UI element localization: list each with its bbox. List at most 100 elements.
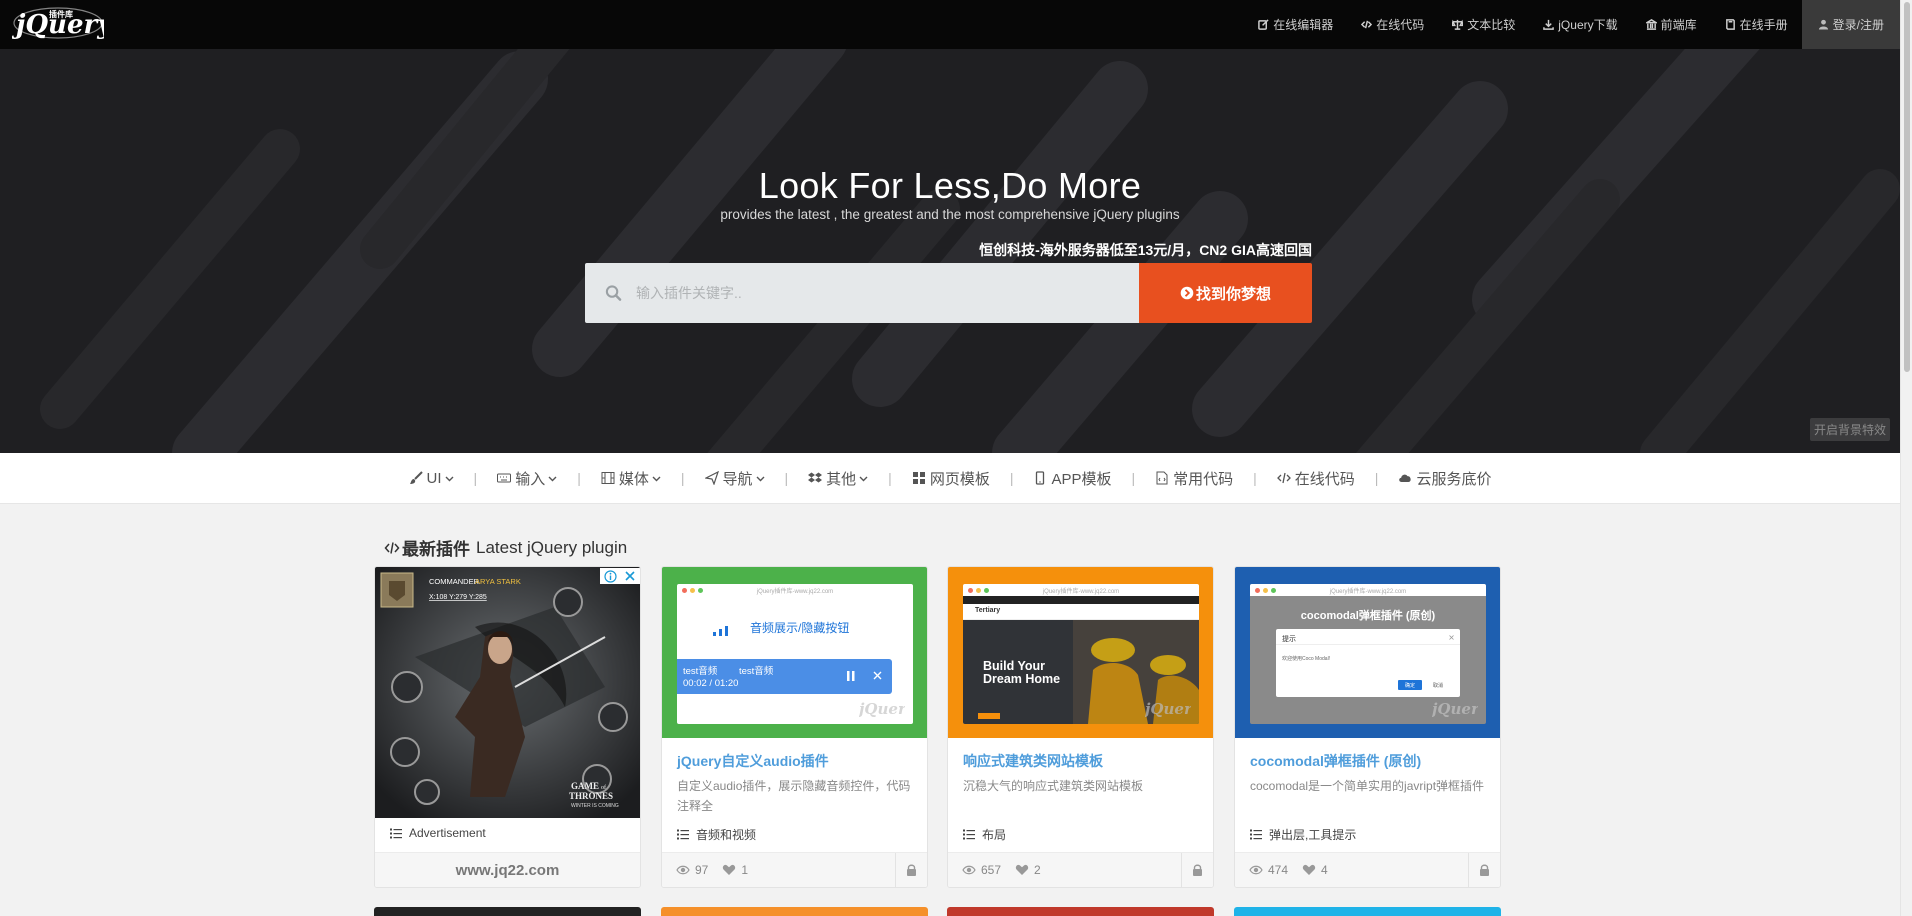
chevron-down-icon [652, 476, 661, 481]
user-icon [1818, 19, 1828, 30]
page-scrollbar[interactable] [1900, 0, 1912, 916]
nav-divider: | [577, 470, 581, 486]
bank-icon [1645, 19, 1657, 30]
hero-banner: Look For Less,Do More provides the lates… [0, 49, 1900, 453]
plugin-tag[interactable]: 布局 [963, 826, 1006, 843]
nav-divider: | [473, 470, 478, 486]
code-icon [1276, 472, 1291, 484]
eye-icon [676, 865, 690, 875]
dropbox-icon [808, 472, 823, 483]
list-icon [963, 829, 975, 840]
ad-footer[interactable]: www.jq22.com [375, 852, 640, 887]
category-ui[interactable]: UI [401, 470, 462, 487]
plugin-tag[interactable]: 音频和视频 [677, 826, 756, 843]
category-navigation[interactable]: 导航 [697, 468, 773, 489]
category-other[interactable]: 其他 [800, 468, 876, 489]
keyboard-icon [497, 473, 512, 483]
close-icon[interactable] [624, 570, 636, 582]
ad-tag[interactable]: Advertisement [390, 826, 486, 840]
watermark-logo: jQuery [1432, 700, 1478, 718]
category-web-templates[interactable]: 网页模板 [904, 468, 998, 489]
plugin-footer: 474 4 [1235, 852, 1500, 887]
plugin-thumbnail[interactable]: jQuery插件库-www.jq22.com cocomodal弹框插件 (原创… [1235, 567, 1500, 738]
background-effect-toggle[interactable]: 开启背景特效 [1809, 418, 1890, 441]
login-register-button[interactable]: 登录/注册 [1801, 0, 1900, 49]
lock-button[interactable] [1468, 853, 1500, 887]
hero-promo-link[interactable]: 恒创科技-海外服务器低至13元/月，CN2 GIA高速回国 [585, 240, 1312, 260]
svg-text:jQuery: jQuery [1432, 700, 1478, 718]
plugin-footer: 657 2 [948, 852, 1213, 887]
nav-divider: | [1009, 470, 1014, 486]
category-cloud-pricing[interactable]: 云服务底价 [1390, 468, 1499, 489]
category-media[interactable]: 媒体 [593, 468, 669, 489]
plugin-description: cocomodal是一个简单实用的javript弹框插件 [1250, 779, 1485, 793]
close-icon [873, 671, 882, 680]
search-button[interactable]: 找到你梦想 [1139, 263, 1312, 323]
topnav-text-compare[interactable]: 文本比较 [1438, 0, 1529, 49]
likes-count[interactable]: 4 [1302, 863, 1328, 877]
nav-divider: | [888, 470, 892, 486]
close-icon [1449, 635, 1454, 640]
hero-title: Look For Less,Do More [758, 165, 1142, 206]
nav-divider: | [1131, 470, 1136, 486]
lock-button[interactable] [1181, 853, 1213, 887]
plugin-card[interactable]: jQuery插件库-www.jq22.com cocomodal弹框插件 (原创… [1234, 566, 1501, 888]
nav-divider: | [1374, 470, 1379, 486]
jquery-logo[interactable]: jQuery 插件库 [12, 6, 104, 42]
arrow-circle-icon [1180, 286, 1194, 300]
topnav-frontend-library[interactable]: 前端库 [1632, 0, 1711, 49]
preview-label: 音频展示/隐藏按钮 [750, 621, 850, 635]
chevron-down-icon [756, 476, 765, 481]
topnav-online-manual[interactable]: 在线手册 [1711, 0, 1802, 49]
lock-button[interactable] [895, 853, 927, 887]
plugin-title[interactable]: cocomodal弹框插件 (原创) [1250, 751, 1421, 771]
search-input[interactable] [635, 285, 1139, 301]
preview-site-label: jQuery插件库-www.jq22.com [756, 589, 834, 595]
lock-icon [1193, 864, 1202, 876]
svg-text:插件库: 插件库 [49, 9, 73, 19]
ad-banner-name: ARYA STARK [475, 577, 521, 586]
plugin-card[interactable]: jQuery插件库-www.jq22.com 音频展示/隐藏按钮 test音频 … [661, 566, 928, 888]
plugin-thumbnail[interactable]: jQuery插件库-www.jq22.com 音频展示/隐藏按钮 test音频 … [662, 567, 927, 738]
topnav-jquery-download[interactable]: jQuery下载 [1529, 0, 1631, 49]
advertisement-card[interactable]: COMMANDER ARYA STARK X:108 Y:279 Y:285 G… [374, 566, 641, 888]
plugin-description: 自定义audio插件，展示隐藏音频控件，代码注释全 [677, 779, 911, 813]
topnav-online-code[interactable]: 在线代码 [1347, 0, 1438, 49]
file-code-icon [1156, 471, 1168, 485]
svg-text:jQuery: jQuery [1145, 700, 1191, 718]
plugin-title[interactable]: jQuery自定义audio插件 [677, 751, 829, 771]
watermark-logo: jQuery [859, 700, 905, 718]
category-online-code[interactable]: 在线代码 [1269, 468, 1363, 489]
likes-count[interactable]: 2 [1015, 863, 1041, 877]
eye-icon [962, 865, 976, 875]
nav-divider: | [680, 470, 685, 486]
scrollbar-thumb[interactable] [1904, 2, 1910, 372]
likes-count[interactable]: 1 [722, 863, 748, 877]
next-card-peek [661, 907, 928, 916]
views-count: 474 [1249, 863, 1288, 877]
nav-divider: | [784, 470, 789, 486]
category-input[interactable]: 输入 [489, 468, 565, 489]
plugin-thumbnail[interactable]: jQuery插件库-www.jq22.com Tertiary Build Yo… [948, 567, 1213, 738]
nav-divider: | [1253, 470, 1257, 486]
eye-icon [1249, 865, 1263, 875]
ad-image[interactable]: COMMANDER ARYA STARK X:108 Y:279 Y:285 G… [375, 567, 640, 818]
grid-icon [912, 472, 925, 484]
plugin-tag[interactable]: 弹出层,工具提示 [1250, 826, 1356, 843]
ad-choices-icon[interactable] [600, 568, 640, 584]
preview-heading: cocomodal弹框插件 (原创) [1300, 610, 1436, 622]
topnav-online-editor[interactable]: 在线编辑器 [1244, 0, 1347, 49]
plugin-description: 沉稳大气的响应式建筑类网站模板 [963, 779, 1144, 793]
mobile-icon [1036, 471, 1045, 485]
plugin-title[interactable]: 响应式建筑类网站模板 [963, 751, 1103, 771]
send-icon [704, 471, 719, 485]
preview-headline: Build Your Dream Home [983, 659, 1061, 686]
svg-text:jQuery: jQuery [859, 700, 905, 718]
lock-icon [1480, 864, 1489, 876]
category-nav: UI | 输入 | 媒体 | 导航 | 其他 | 网页模板 | APP模板 | … [0, 453, 1900, 504]
category-common-code[interactable]: 常用代码 [1147, 468, 1241, 489]
preview-window: jQuery插件库-www.jq22.com Tertiary Build Yo… [963, 584, 1199, 724]
plugin-card[interactable]: jQuery插件库-www.jq22.com Tertiary Build Yo… [947, 566, 1214, 888]
code-icon [1361, 20, 1373, 29]
category-app-templates[interactable]: APP模板 [1025, 468, 1119, 489]
